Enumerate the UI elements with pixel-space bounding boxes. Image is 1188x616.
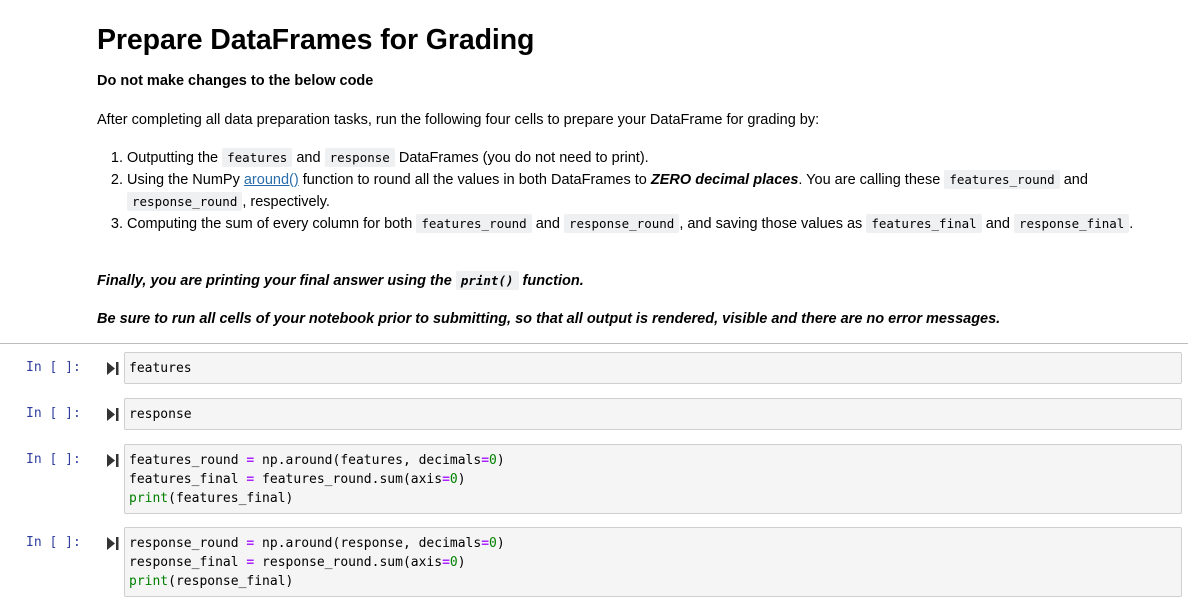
inline-code: features: [222, 148, 293, 167]
text: and: [1059, 172, 1088, 188]
text: function to round all the values in both…: [298, 172, 651, 188]
text: , and saving those values as: [679, 216, 867, 232]
run-cell-icon[interactable]: [107, 408, 119, 421]
inline-code: response: [324, 148, 395, 167]
code-line: features: [129, 361, 192, 376]
code-input[interactable]: features: [124, 352, 1182, 384]
page-title: Prepare DataFrames for Grading: [97, 24, 535, 56]
code-token: (response_final): [168, 574, 294, 589]
run-cell-icon[interactable]: [107, 454, 119, 467]
code-token: 0: [449, 555, 458, 570]
inline-code: features_round: [944, 170, 1060, 189]
code-token: 0: [489, 536, 497, 551]
inline-code: response_final: [1013, 214, 1130, 233]
code-token: response_round.sum(axis: [254, 555, 443, 570]
code-token: ): [457, 555, 466, 570]
code-token: np.around(features, decimals: [254, 453, 482, 468]
code-line: response_final = response_round.sum(axis…: [129, 553, 1177, 572]
text: Outputting the: [127, 150, 223, 166]
code-token: print: [129, 574, 169, 589]
cell-divider: [0, 343, 1188, 344]
code-token: =: [442, 472, 450, 487]
steps-list: Outputting the features and response Dat…: [97, 147, 1188, 235]
code-line: response_round = np.around(response, dec…: [129, 534, 1177, 553]
step-2: Using the NumPy around() function to rou…: [127, 169, 1188, 213]
text: Computing the sum of every column for bo…: [127, 216, 417, 232]
inline-code: print(): [455, 271, 519, 290]
run-cell-icon[interactable]: [107, 537, 119, 550]
code-token: =: [442, 555, 450, 570]
emphasis: ZERO decimal places: [650, 172, 799, 188]
code-input[interactable]: response_round = np.around(response, dec…: [124, 527, 1182, 597]
text: and: [981, 216, 1014, 232]
text: , respectively.: [242, 194, 330, 210]
text: and: [531, 216, 564, 232]
subtitle: Do not make changes to the below code: [97, 73, 374, 89]
input-prompt: In [ ]:: [26, 452, 81, 467]
run-cell-icon[interactable]: [107, 362, 119, 375]
code-input[interactable]: response: [124, 398, 1182, 430]
code-line: response: [129, 407, 192, 422]
code-token: =: [481, 536, 490, 551]
code-token: features_final: [129, 472, 247, 487]
text: function.: [518, 273, 584, 289]
text: and: [292, 150, 325, 166]
code-line: features_final = features_round.sum(axis…: [129, 470, 1177, 489]
step-3: Computing the sum of every column for bo…: [127, 213, 1188, 235]
step-1: Outputting the features and response Dat…: [127, 147, 1188, 169]
code-input[interactable]: features_round = np.around(features, dec…: [124, 444, 1182, 514]
inline-code: features_round: [416, 214, 532, 233]
text: . You are calling these: [798, 172, 945, 188]
code-token: (features_final): [168, 491, 294, 506]
text: DataFrames (you do not need to print).: [394, 150, 649, 166]
code-token: print: [129, 491, 169, 506]
input-prompt: In [ ]:: [26, 360, 81, 375]
code-token: response_final: [129, 555, 247, 570]
finally-note: Finally, you are printing your final ans…: [97, 271, 584, 290]
code-token: 0: [449, 472, 458, 487]
code-line: print(response_final): [129, 572, 1177, 591]
code-token: ): [496, 536, 505, 551]
code-token: features_round.sum(axis: [254, 472, 443, 487]
code-token: np.around(response, decimals: [254, 536, 482, 551]
code-token: response_round: [129, 536, 247, 551]
text: .: [1129, 216, 1134, 232]
inline-code: response_round: [127, 192, 243, 211]
input-prompt: In [ ]:: [26, 535, 81, 550]
inline-code: features_final: [866, 214, 982, 233]
inline-code: response_round: [563, 214, 680, 233]
input-prompt: In [ ]:: [26, 406, 81, 421]
code-line: print(features_final): [129, 489, 1177, 508]
code-token: ): [457, 472, 466, 487]
code-token: features_round: [129, 453, 247, 468]
text: Using the NumPy: [127, 172, 244, 188]
code-token: =: [481, 453, 490, 468]
code-token: 0: [489, 453, 497, 468]
text: Finally, you are printing your final ans…: [97, 273, 456, 289]
intro-text: After completing all data preparation ta…: [97, 112, 820, 128]
around-link[interactable]: around(): [244, 172, 299, 188]
code-line: features_round = np.around(features, dec…: [129, 451, 1177, 470]
code-token: ): [496, 453, 505, 468]
be-sure-note: Be sure to run all cells of your noteboo…: [97, 311, 1001, 327]
